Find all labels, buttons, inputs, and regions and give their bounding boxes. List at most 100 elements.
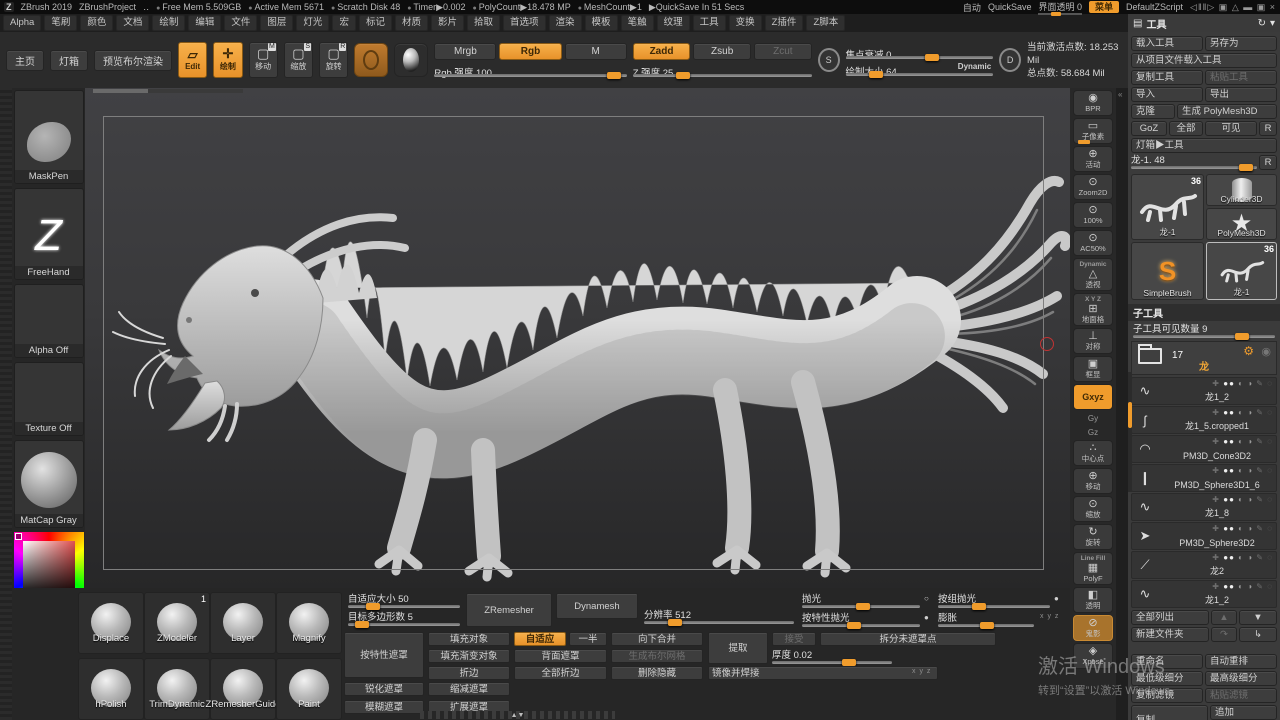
- bottom-tray-scrollbar[interactable]: ▲▼: [420, 711, 615, 719]
- shelf-toggle-button[interactable]: X Y Z ⊞ 地面格: [1073, 293, 1113, 326]
- mrgb-button[interactable]: Mrgb: [434, 43, 497, 60]
- sharpen-mask-button[interactable]: 锐化遮罩: [344, 682, 424, 696]
- branch-arrow-button[interactable]: ↳: [1239, 627, 1277, 642]
- crease-all-button[interactable]: 全部折边: [514, 666, 607, 680]
- stroke-s-icon[interactable]: S: [817, 48, 840, 72]
- menu-item[interactable]: 灯光: [296, 15, 330, 31]
- menu-item[interactable]: 图层: [260, 15, 294, 31]
- quicksave-button[interactable]: QuickSave: [988, 2, 1032, 12]
- rgb-intensity-slider[interactable]: Rgb 强度 100: [434, 63, 627, 79]
- tool-thumb-polymesh[interactable]: ★ PolyMesh3D: [1206, 208, 1277, 240]
- current-brush-button[interactable]: MaskPen: [13, 90, 84, 184]
- resolution-slider[interactable]: 分辨率 512: [644, 610, 794, 626]
- subtool-row-icons[interactable]: ✚ ●● ◐ ◑ ✎ ◌: [1212, 408, 1273, 417]
- tool-thumb-dragon[interactable]: 36 龙-1: [1131, 174, 1204, 240]
- edit-button[interactable]: ▱ Edit: [178, 42, 208, 78]
- mirror-and-weld-button[interactable]: 镜像并焊接: [708, 666, 938, 680]
- goz-all-button[interactable]: 全部: [1169, 121, 1203, 136]
- thickness-slider[interactable]: 厚度 0.02: [772, 650, 892, 666]
- mirror-xyz-toggles[interactable]: x y z: [912, 668, 931, 675]
- subtool-row-icons[interactable]: ✚ ●● ◐ ◑ ✎ ◌: [1212, 437, 1273, 446]
- shelf-toggle-button[interactable]: ◧ 透明: [1073, 587, 1113, 613]
- brush-preset[interactable]: Layer: [210, 592, 276, 654]
- menu-item[interactable]: 绘制: [152, 15, 186, 31]
- mask-by-feature-button[interactable]: 按特性遮罩: [344, 632, 424, 678]
- rename-button[interactable]: 重命名: [1131, 654, 1203, 669]
- shelf-toggle-button[interactable]: ▣ 框显: [1073, 356, 1113, 382]
- menu-item[interactable]: 影片: [430, 15, 464, 31]
- subtool-thumbnail[interactable]: ⟋: [1132, 552, 1158, 578]
- menu-item[interactable]: 文件: [224, 15, 258, 31]
- group-polish-radio[interactable]: ●: [1054, 594, 1059, 603]
- paste-filter-button[interactable]: 粘贴滤镜: [1205, 688, 1277, 703]
- load-tool-button[interactable]: 载入工具: [1131, 36, 1203, 51]
- brush-preset[interactable]: Displace: [78, 592, 144, 654]
- preview-boolean-button[interactable]: 预览布尔渲染: [94, 49, 172, 71]
- load-from-project-button[interactable]: 从项目文件载入工具: [1131, 53, 1277, 68]
- goz-button[interactable]: GoZ: [1131, 121, 1167, 136]
- subtool-row-icons[interactable]: ✚ ●● ◐ ◑ ✎ ◌: [1212, 553, 1273, 562]
- folder-gear-icon[interactable]: ⚙: [1243, 344, 1254, 358]
- subtool-row[interactable]: ◠ ✚ ●● ◐ ◑ ✎ ◌ PM3D_Cone3D2: [1131, 435, 1277, 463]
- goz-visible-button[interactable]: 可见: [1205, 121, 1257, 136]
- tool-thumb-dragon-selected[interactable]: 36 龙-1: [1206, 242, 1277, 300]
- subtool-row-icons[interactable]: ✚ ●● ◐ ◑ ✎ ◌: [1212, 524, 1273, 533]
- polish-slider[interactable]: 抛光: [802, 594, 920, 610]
- feature-polish-slider[interactable]: 按特性抛光: [802, 613, 920, 629]
- move-button[interactable]: M ▢ 移动: [248, 42, 278, 78]
- clone-button[interactable]: 克隆: [1131, 104, 1175, 119]
- draw-size-slider[interactable]: 绘制大小 64Dynamic: [845, 62, 994, 78]
- export-button[interactable]: 导出: [1205, 87, 1277, 102]
- shelf-toggle-button[interactable]: ⊕ 移动: [1073, 468, 1113, 494]
- list-all-button[interactable]: 全部列出: [1131, 610, 1209, 625]
- scale-button[interactable]: S ▢ 缩放: [283, 42, 314, 78]
- shelf-toggle-button[interactable]: Gxyz: [1073, 384, 1113, 410]
- menu-item[interactable]: 笔触: [620, 15, 654, 31]
- menu-item[interactable]: Alpha: [3, 15, 42, 31]
- current-texture-button[interactable]: Texture Off: [13, 362, 84, 436]
- subtool-thumbnail[interactable]: ∿: [1132, 581, 1158, 607]
- lightbox-button[interactable]: 灯箱: [50, 49, 88, 71]
- shelf-toggle-button[interactable]: Line Fill ▦ PolyF: [1073, 552, 1113, 585]
- new-folder-button[interactable]: 新建文件夹: [1131, 627, 1209, 642]
- inflate-xyz-toggles[interactable]: x y z: [1040, 613, 1059, 620]
- save-as-button[interactable]: 另存为: [1205, 36, 1277, 51]
- move-up-button[interactable]: ▲: [1211, 610, 1237, 625]
- palette-refresh-icon[interactable]: ↻: [1258, 18, 1266, 29]
- document-canvas[interactable]: [85, 88, 1070, 588]
- panel-divider[interactable]: «: [1116, 88, 1128, 720]
- shelf-toggle-button[interactable]: Dynamic △ 透视: [1073, 258, 1113, 291]
- fill-object-button[interactable]: 填充对象: [428, 632, 510, 646]
- extract-button[interactable]: 提取: [708, 632, 768, 664]
- dynamic-label[interactable]: Dynamic: [958, 62, 991, 71]
- half-button[interactable]: 一半: [569, 632, 607, 646]
- subtool-visible-count-slider[interactable]: 子工具可见数量 9: [1133, 324, 1275, 340]
- shelf-toggle-button[interactable]: ⊙ Zoom2D: [1073, 174, 1113, 200]
- subtool-row[interactable]: ∿ ✚ ●● ◐ ◑ ✎ ◌ 龙1_2: [1131, 580, 1277, 608]
- current-material-thumb[interactable]: MatCap Gray: [13, 440, 84, 528]
- adaptive-button[interactable]: 自适应: [514, 632, 566, 646]
- menu-item[interactable]: 纹理: [656, 15, 690, 31]
- shelf-toggle-button[interactable]: ↻ 旋转: [1073, 524, 1113, 550]
- crease-button[interactable]: 折边: [428, 666, 510, 680]
- draw-button[interactable]: ✛ 绘制: [213, 42, 243, 78]
- append-button[interactable]: 追加: [1210, 705, 1277, 720]
- subtool-thumbnail[interactable]: ◠: [1132, 436, 1158, 462]
- menu-item[interactable]: 标记: [358, 15, 392, 31]
- tray-arrows-icon[interactable]: ▲▼: [511, 712, 525, 719]
- shelf-toggle-button[interactable]: ⊙ 100%: [1073, 202, 1113, 228]
- shelf-toggle-button[interactable]: ∴ 中心点: [1073, 440, 1113, 466]
- shelf-toggle-button[interactable]: ⊕ 活动: [1073, 146, 1113, 172]
- current-alpha-button[interactable]: Alpha Off: [13, 284, 84, 358]
- shelf-toggle-button[interactable]: Gz: [1073, 426, 1113, 438]
- subtool-scrollbar[interactable]: [1128, 372, 1132, 492]
- subtool-thumbnail[interactable]: ʃ: [1132, 407, 1158, 433]
- menu-item[interactable]: 材质: [394, 15, 428, 31]
- redo-arrow-button[interactable]: ↷: [1211, 627, 1237, 642]
- menu-item[interactable]: Z脚本: [806, 15, 846, 31]
- shrink-mask-button[interactable]: 缩减遮罩: [428, 682, 510, 696]
- menu-item[interactable]: 笔刷: [44, 15, 78, 31]
- subtool-row[interactable]: ⟋ ✚ ●● ◐ ◑ ✎ ◌ 龙2: [1131, 551, 1277, 579]
- menu-item[interactable]: 模板: [584, 15, 618, 31]
- menu-item[interactable]: 文档: [116, 15, 150, 31]
